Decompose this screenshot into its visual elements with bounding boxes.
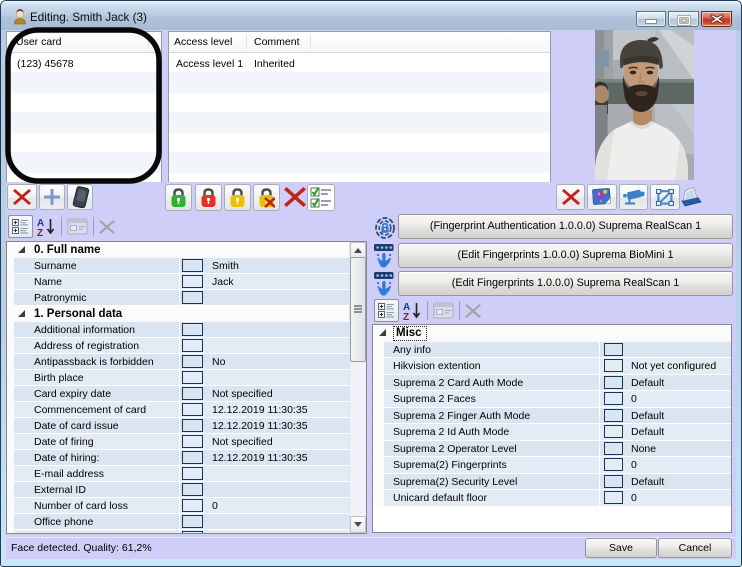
svg-text:Z: Z (403, 312, 409, 321)
svg-text:Z: Z (37, 228, 43, 237)
